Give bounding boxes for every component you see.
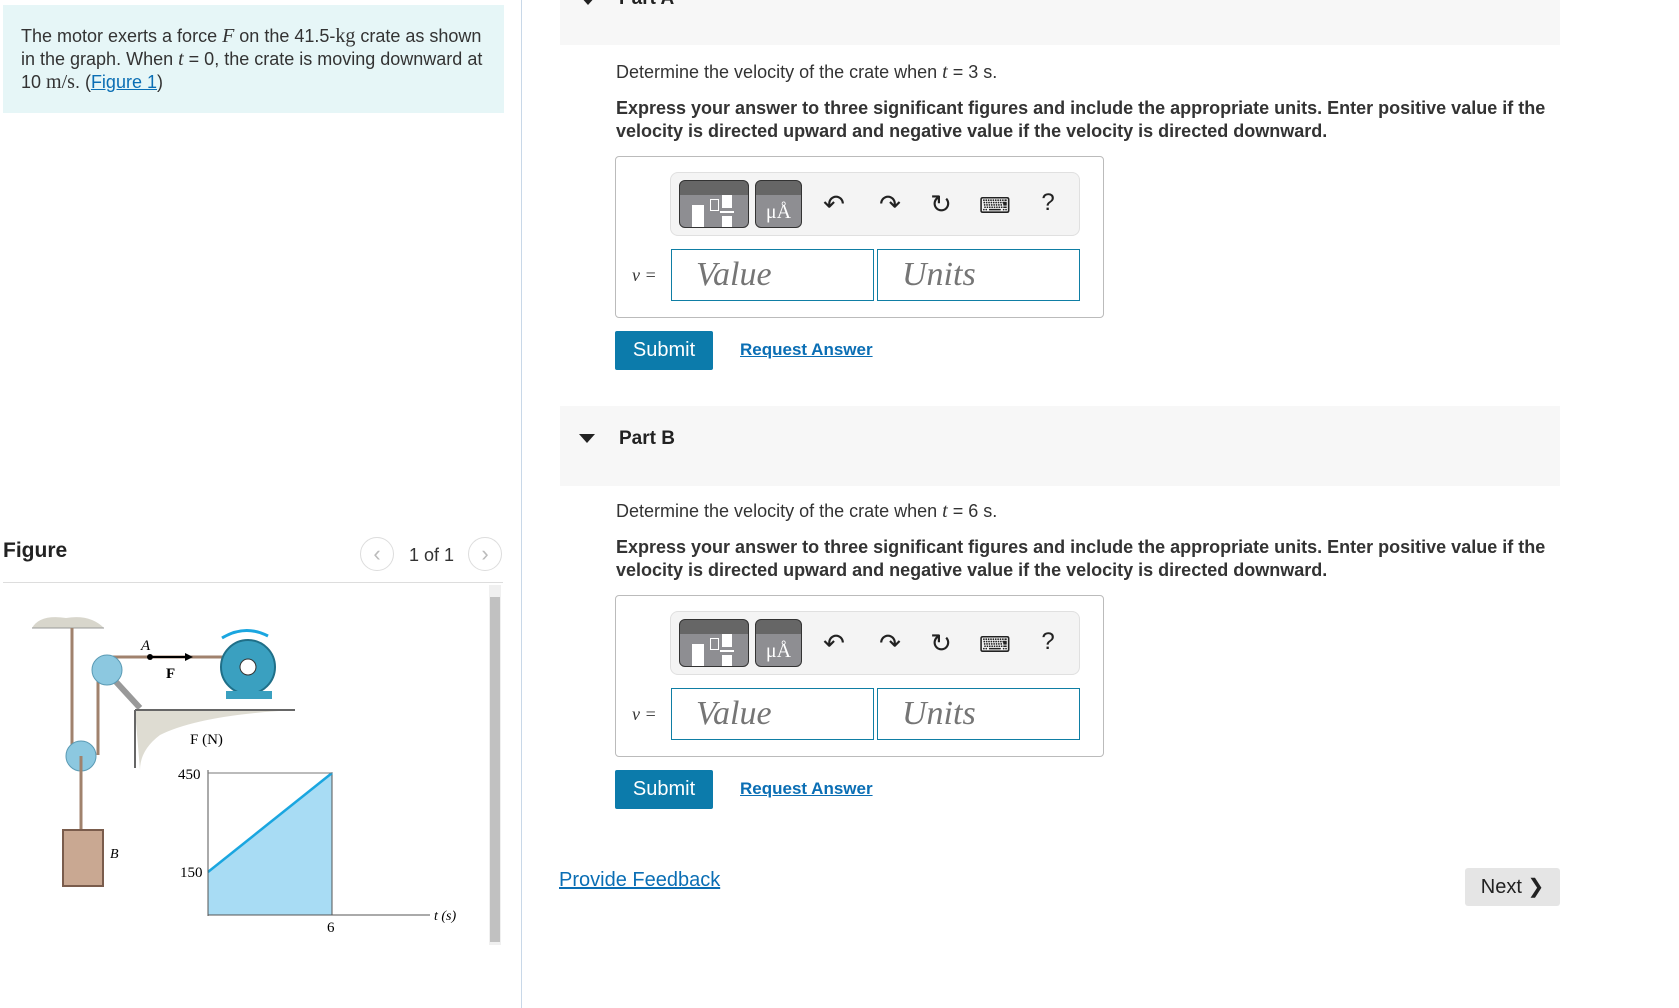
part-a-answer-box: μÅ ↶ ↷ ↻ ⌨ ? v = (615, 156, 1104, 318)
tick-450: 450 (178, 767, 201, 783)
text: . ( (74, 72, 91, 92)
chevron-right-icon: ❯ (1527, 876, 1545, 898)
next-figure-button[interactable]: › (468, 537, 502, 571)
reset-icon[interactable]: ↻ (926, 628, 956, 659)
part-b-label: Part B (619, 428, 675, 449)
undo-icon[interactable]: ↶ (819, 189, 849, 220)
scroll-thumb[interactable] (490, 597, 500, 942)
keyboard-icon[interactable]: ⌨ (979, 632, 1011, 658)
redo-icon[interactable]: ↷ (875, 189, 905, 220)
text: The motor exerts a force (21, 26, 223, 46)
units-symbols-button[interactable]: μÅ (755, 619, 802, 667)
value-input[interactable] (671, 688, 874, 740)
help-icon[interactable]: ? (1033, 628, 1063, 656)
divider (3, 582, 503, 583)
part-a-label: Part A (619, 0, 674, 10)
text: ) (156, 72, 163, 92)
crate-b (62, 829, 104, 887)
variable-label: v = (632, 704, 657, 724)
var-f: F (222, 25, 235, 47)
math-toolbar: μÅ ↶ ↷ ↻ ⌨ ? (670, 172, 1080, 236)
math-toolbar: μÅ ↶ ↷ ↻ ⌨ ? (670, 611, 1080, 675)
part-a-question: Determine the velocity of the crate when… (616, 61, 998, 83)
part-b-header[interactable]: Part B (560, 406, 1560, 486)
ceiling (32, 617, 104, 628)
request-answer-link[interactable]: Request Answer (740, 340, 873, 360)
help-icon[interactable]: ? (1033, 189, 1063, 217)
part-b-question: Determine the velocity of the crate when… (616, 500, 998, 522)
collapse-triangle-icon[interactable] (580, 0, 596, 5)
figure-title: Figure (3, 539, 68, 562)
pulley-top (91, 654, 123, 686)
undo-icon[interactable]: ↶ (819, 628, 849, 659)
label-b: B (110, 847, 119, 862)
label-f: F (166, 666, 175, 682)
figure-link[interactable]: Figure 1 (91, 72, 157, 92)
prev-figure-button[interactable]: ‹ (360, 537, 394, 571)
text: on the 41.5- (234, 26, 336, 46)
reset-icon[interactable]: ↻ (926, 189, 956, 220)
problem-statement: The motor exerts a force F on the 41.5-k… (3, 5, 504, 113)
unit-ms: m/s (46, 71, 75, 93)
collapse-triangle-icon[interactable] (579, 434, 595, 443)
provide-feedback-link[interactable]: Provide Feedback (559, 869, 720, 892)
redo-icon[interactable]: ↷ (875, 628, 905, 659)
force-area (207, 771, 333, 916)
part-b-answer-box: μÅ ↶ ↷ ↻ ⌨ ? v = (615, 595, 1104, 757)
templates-button[interactable] (679, 619, 749, 667)
request-answer-link[interactable]: Request Answer (740, 779, 873, 799)
next-button[interactable]: Next ❯ (1465, 868, 1560, 906)
variable-label: v = (632, 265, 657, 285)
part-b-instructions: Express your answer to three significant… (616, 537, 1546, 580)
part-a-header[interactable]: Part A (560, 0, 1560, 45)
units-input[interactable] (877, 688, 1080, 740)
figure-scrollbar[interactable] (489, 585, 501, 945)
next-label: Next (1480, 876, 1522, 898)
tick-150: 150 (180, 865, 203, 881)
pane-divider[interactable] (521, 0, 522, 1008)
part-a-instructions: Express your answer to three significant… (616, 98, 1546, 141)
tick-6: 6 (327, 920, 335, 936)
figure-pager: 1 of 1 (409, 545, 455, 565)
value-input[interactable] (671, 249, 874, 301)
unit-kg: kg (335, 25, 356, 47)
submit-button[interactable]: Submit (615, 770, 713, 809)
units-symbols-button[interactable]: μÅ (755, 180, 802, 228)
y-axis-label: F (N) (190, 732, 223, 748)
rotation-arrow-icon (221, 629, 269, 640)
keyboard-icon[interactable]: ⌨ (979, 193, 1011, 219)
label-a: A (140, 638, 151, 654)
figure-image: A F B F (N) 450 150 6 t (s) (32, 617, 457, 936)
x-axis-label: t (s) (434, 909, 457, 924)
submit-button[interactable]: Submit (615, 331, 713, 370)
force-time-chart: F (N) 450 150 6 t (s) (178, 732, 457, 936)
templates-button[interactable] (679, 180, 749, 228)
units-input[interactable] (877, 249, 1080, 301)
